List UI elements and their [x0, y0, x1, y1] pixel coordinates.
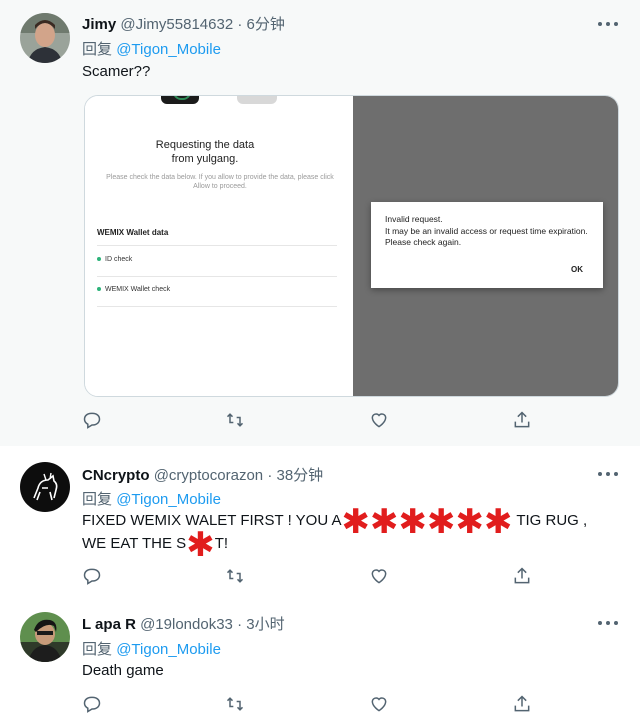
retweet-icon[interactable] — [225, 566, 247, 588]
tweet-actions — [82, 566, 530, 588]
tweet-actions — [82, 694, 530, 716]
more-icon[interactable] — [598, 464, 618, 484]
app-icon — [161, 96, 199, 104]
reply-mention-link[interactable]: @Tigon_Mobile — [116, 491, 221, 508]
image-left-panel: Requesting the data from yulgang. Please… — [85, 96, 353, 396]
separator-dot: · — [267, 467, 273, 484]
tweet-3[interactable]: L apa R @19londok33 · 3小时 回复 @Tigon_Mobi… — [0, 597, 640, 727]
retweet-icon[interactable] — [225, 410, 247, 432]
tweet-header: Jimy @Jimy55814632 · 6分钟 — [82, 13, 285, 34]
timestamp[interactable]: 6分钟 — [247, 16, 285, 33]
reply-context: 回复 @Tigon_Mobile — [82, 638, 221, 659]
reply-mention-link[interactable]: @Tigon_Mobile — [116, 641, 221, 658]
dialog-ok-button: OK — [571, 265, 583, 274]
retweet-icon[interactable] — [225, 694, 247, 716]
author-handle[interactable]: @Jimy55814632 — [120, 16, 233, 33]
timestamp[interactable]: 3小时 — [246, 616, 284, 633]
tweet-text: Death game — [82, 662, 164, 679]
error-dialog: Invalid request. It may be an invalid ac… — [371, 202, 603, 288]
reply-icon[interactable] — [82, 694, 104, 716]
reply-context: 回复 @Tigon_Mobile — [82, 38, 221, 59]
tweet-text: Scamer?? — [82, 63, 151, 80]
dialog-title: Invalid request. — [385, 214, 443, 224]
author-handle[interactable]: @19londok33 — [140, 616, 233, 633]
attached-image[interactable]: Requesting the data from yulgang. Please… — [84, 95, 619, 397]
reply-prefix: 回复 — [82, 641, 113, 658]
reply-prefix: 回复 — [82, 41, 113, 58]
wallet-item: WEMIX Wallet check — [97, 286, 170, 293]
reply-icon[interactable] — [82, 410, 104, 432]
share-icon[interactable] — [512, 694, 534, 716]
author-name[interactable]: CNcrypto — [82, 467, 150, 484]
dialog-body: It may be an invalid access or request t… — [385, 226, 588, 247]
like-icon[interactable] — [369, 694, 391, 716]
request-subtitle: Please check the data below. If you allo… — [106, 174, 334, 190]
reply-prefix: 回复 — [82, 491, 113, 508]
reply-icon[interactable] — [82, 566, 104, 588]
author-name[interactable]: Jimy — [82, 16, 116, 33]
tweet-actions — [82, 410, 530, 432]
wallet-data-header: WEMIX Wallet data — [97, 228, 169, 237]
reply-context: 回复 @Tigon_Mobile — [82, 488, 221, 509]
author-handle[interactable]: @cryptocorazon — [154, 467, 263, 484]
redaction-mark: ✱✱✱✱✱✱ — [341, 503, 513, 541]
like-icon[interactable] — [369, 566, 391, 588]
app-icon — [237, 96, 277, 104]
divider — [97, 245, 337, 246]
request-title: Requesting the data from yulgang. — [155, 139, 255, 165]
tweet-2[interactable]: CNcrypto @cryptocorazon · 38分钟 回复 @Tigon… — [0, 446, 640, 597]
wallet-item: ID check — [97, 256, 132, 263]
separator-dot: · — [237, 616, 243, 633]
divider — [97, 276, 337, 277]
tweet-1[interactable]: Jimy @Jimy55814632 · 6分钟 回复 @Tigon_Mobil… — [0, 0, 640, 446]
separator-dot: · — [237, 16, 243, 33]
avatar[interactable] — [20, 612, 70, 662]
tweet-header: CNcrypto @cryptocorazon · 38分钟 — [82, 464, 323, 485]
share-icon[interactable] — [512, 410, 534, 432]
redaction-mark: ✱ — [186, 526, 215, 564]
tweet-text: FIXED WEMIX WALET FIRST ! YOU A✱✱✱✱✱✱ TI… — [82, 503, 588, 564]
avatar[interactable] — [20, 462, 70, 512]
timestamp[interactable]: 38分钟 — [276, 467, 323, 484]
divider — [97, 306, 337, 307]
like-icon[interactable] — [369, 410, 391, 432]
share-icon[interactable] — [512, 566, 534, 588]
reply-mention-link[interactable]: @Tigon_Mobile — [116, 41, 221, 58]
avatar[interactable] — [20, 13, 70, 63]
author-name[interactable]: L apa R — [82, 616, 136, 633]
more-icon[interactable] — [598, 613, 618, 633]
more-icon[interactable] — [598, 14, 618, 34]
tweet-header: L apa R @19londok33 · 3小时 — [82, 613, 285, 634]
